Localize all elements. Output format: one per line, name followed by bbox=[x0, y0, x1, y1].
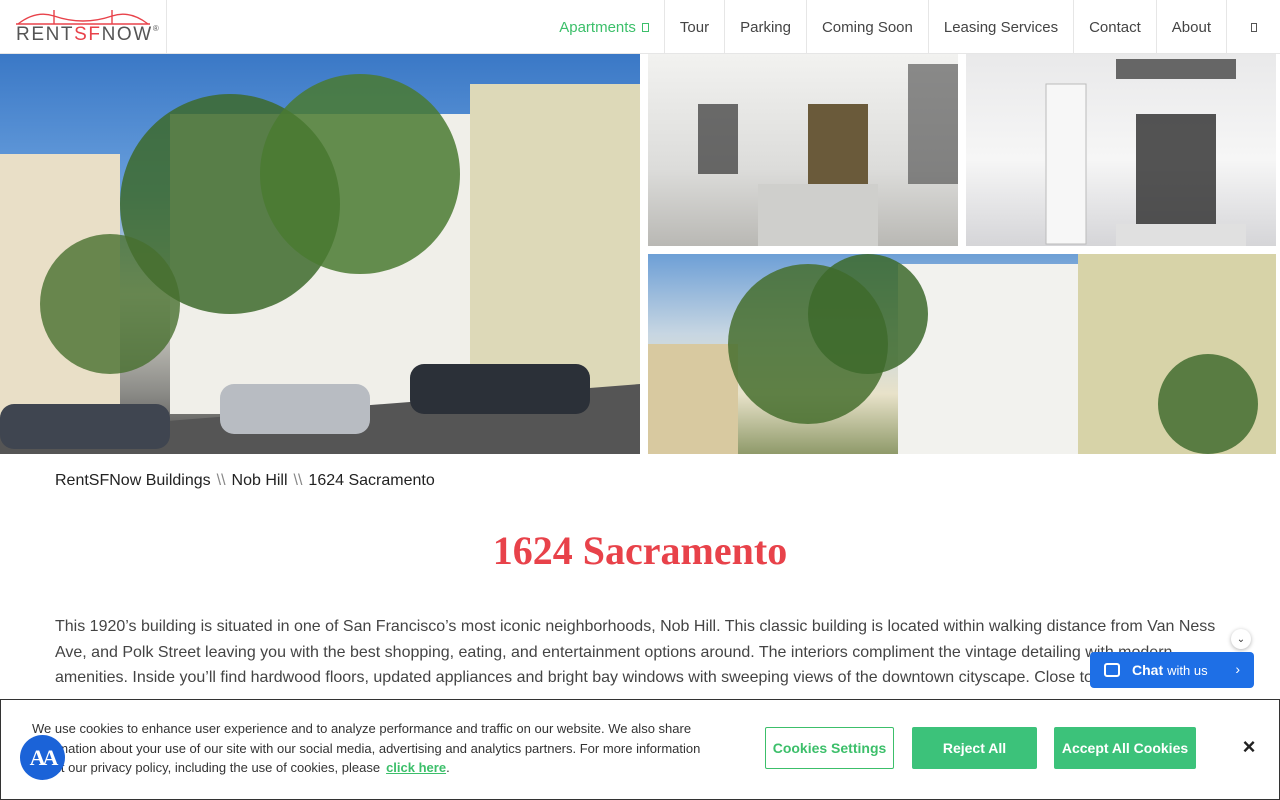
lobby-illustration bbox=[1045, 59, 1246, 246]
building-exterior-illustration bbox=[0, 74, 640, 454]
chat-with-us-button[interactable]: Chat with us › bbox=[1090, 652, 1254, 688]
gallery-photo-lobby[interactable] bbox=[966, 54, 1276, 246]
breadcrumb-separator: \\ bbox=[293, 472, 303, 489]
search-icon[interactable] bbox=[1226, 0, 1280, 54]
breadcrumb-nob-hill[interactable]: Nob Hill bbox=[232, 472, 288, 489]
chevron-right-icon: › bbox=[1235, 661, 1240, 677]
breadcrumb: RentSFNow Buildings \\ Nob Hill \\ 1624 Sacr… bbox=[55, 472, 435, 490]
nav-coming-soon[interactable]: Coming Soon bbox=[805, 0, 928, 54]
nav-parking[interactable]: Parking bbox=[724, 0, 806, 54]
accessibility-button[interactable]: AA bbox=[20, 735, 65, 780]
chevron-down-icon: ⌄ bbox=[1236, 633, 1246, 645]
breadcrumb-separator: \\ bbox=[216, 472, 226, 489]
chat-label: with us bbox=[1167, 662, 1208, 678]
accept-all-cookies-button[interactable]: Accept All Cookies bbox=[1054, 727, 1196, 769]
cookies-settings-button[interactable]: Cookies Settings bbox=[765, 727, 894, 769]
dropdown-icon bbox=[641, 22, 649, 32]
site-header: RENTSFNOW® Apartments Tour Parking Comin… bbox=[0, 0, 1280, 54]
building-description: This 1920’s building is situated in one … bbox=[55, 618, 1216, 686]
page-title: 1624 Sacramento bbox=[492, 528, 788, 573]
breadcrumb-buildings[interactable]: RentSFNow Buildings bbox=[55, 472, 211, 489]
site-logo[interactable]: RENTSFNOW® bbox=[0, 0, 167, 54]
gallery-photo-entrance[interactable] bbox=[648, 54, 958, 246]
entrance-illustration bbox=[698, 64, 958, 246]
close-icon[interactable]: × bbox=[1238, 736, 1260, 758]
chat-label-bold: Chat bbox=[1132, 662, 1164, 678]
privacy-policy-link[interactable]: click here bbox=[386, 760, 446, 775]
chat-collapse-button[interactable]: ⌄ bbox=[1231, 629, 1251, 649]
logo-wordmark: RENTSFNOW® bbox=[16, 24, 159, 45]
nav-tour[interactable]: Tour bbox=[663, 0, 724, 54]
reject-all-button[interactable]: Reject All bbox=[912, 727, 1037, 769]
gallery-photo-building-exterior[interactable] bbox=[0, 54, 640, 454]
nav-contact[interactable]: Contact bbox=[1073, 0, 1156, 54]
nav-about[interactable]: About bbox=[1155, 0, 1226, 54]
gallery-photo-street-view[interactable] bbox=[648, 254, 1276, 454]
cookie-notice-text: We use cookies to enhance user experienc… bbox=[32, 721, 701, 775]
nav-apartments[interactable]: Apartments bbox=[544, 0, 664, 54]
street-view-illustration bbox=[648, 254, 1276, 454]
nav-leasing-services[interactable]: Leasing Services bbox=[927, 0, 1073, 54]
main-nav: Apartments Tour Parking Coming Soon Leas… bbox=[544, 0, 1280, 54]
chat-icon bbox=[1104, 663, 1120, 677]
cookie-banner: We use cookies to enhance user experienc… bbox=[0, 699, 1280, 800]
breadcrumb-current: 1624 Sacramento bbox=[308, 472, 435, 489]
